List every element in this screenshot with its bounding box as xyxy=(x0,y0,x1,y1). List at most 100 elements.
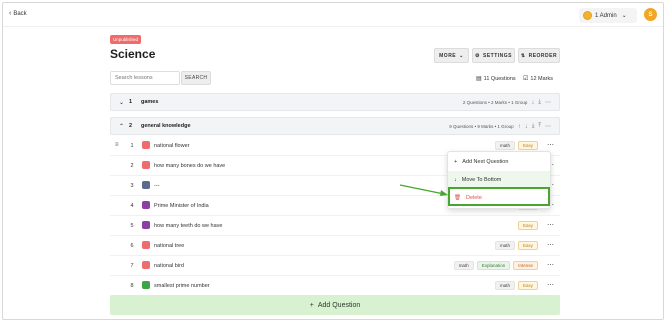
user-menu[interactable]: 1 Admin ⌄ xyxy=(579,8,637,23)
tag-badge: math xyxy=(494,141,515,150)
question-row[interactable]: 8 smallest prime number math Easy ⋯ xyxy=(110,277,560,296)
section-number: 2 xyxy=(129,123,133,129)
more-icon[interactable]: ⋯ xyxy=(545,123,551,130)
question-type-icon xyxy=(142,221,150,229)
more-label: MORE xyxy=(439,52,457,59)
questions-count-label: 11 Questions xyxy=(483,75,516,82)
arrow-to-bottom-icon[interactable]: ⤓ xyxy=(538,99,541,106)
add-question-label: Add Question xyxy=(317,301,361,309)
reorder-button[interactable]: ⇅ REORDER xyxy=(518,48,560,63)
question-tags: math Easy xyxy=(494,241,538,250)
section-meta-text: 9 Questions • 9 Marks • 1 Group xyxy=(449,124,514,129)
search-input[interactable] xyxy=(110,71,180,85)
more-icon[interactable]: ⋯ xyxy=(547,261,554,269)
chevron-down-icon: ⌄ xyxy=(459,52,464,59)
question-number: 7 xyxy=(130,263,134,269)
question-number: 2 xyxy=(130,163,134,169)
more-icon[interactable]: ⋯ xyxy=(547,241,554,249)
arrow-to-bottom-icon[interactable]: ⤓ xyxy=(532,123,535,130)
chevron-down-icon[interactable]: ⌄ xyxy=(119,99,124,106)
question-text[interactable]: how many bones do we have xyxy=(154,163,225,169)
marks-count-label: 12 Marks xyxy=(530,75,554,82)
arrow-down-icon[interactable]: ↓ xyxy=(525,124,528,130)
chevron-left-icon: ‹ xyxy=(9,10,12,17)
arrow-up-icon[interactable]: ↑ xyxy=(518,124,521,130)
question-text[interactable]: smallest prime number xyxy=(154,283,210,289)
question-tags: Easy xyxy=(517,221,538,230)
plus-icon: + xyxy=(454,159,458,165)
chevron-up-icon[interactable]: ⌃ xyxy=(119,123,124,130)
question-row[interactable]: 5 how many teeth do we have Easy ⋯ xyxy=(110,217,560,236)
settings-button[interactable]: ⚙ SETTINGS xyxy=(472,48,515,63)
drag-handle-icon[interactable]: ≡ xyxy=(115,142,119,148)
menu-item-add-next-question[interactable]: + Add Next Question xyxy=(448,153,550,171)
menu-item-label: Move To Bottom xyxy=(461,177,502,183)
question-row[interactable]: 7 national bird math Explanation Intense ⋯ xyxy=(110,257,560,276)
question-type-icon xyxy=(142,141,150,149)
more-button[interactable]: MORE ⌄ xyxy=(434,48,469,63)
menu-item-label: Add Next Question xyxy=(462,159,509,165)
more-icon[interactable]: ⋯ xyxy=(547,281,554,289)
more-icon[interactable]: ⋯ xyxy=(547,141,554,149)
section-meta: 2 Questions • 2 Marks • 1 Group ↓ ⤓ ⋯ xyxy=(463,99,551,106)
section-number: 1 xyxy=(129,99,133,105)
question-number: 6 xyxy=(130,243,134,249)
tag-badge: Intense xyxy=(513,261,538,270)
question-text[interactable]: national flower xyxy=(154,143,189,149)
section-games[interactable]: ⌄ 1 games 2 Questions • 2 Marks • 1 Grou… xyxy=(110,93,560,111)
back-label: Back xyxy=(13,11,27,17)
section-meta: 9 Questions • 9 Marks • 1 Group ↑ ↓ ⤓ ⤒ … xyxy=(449,123,551,130)
question-text[interactable]: --- xyxy=(154,183,160,189)
question-type-icon xyxy=(142,161,150,169)
tag-badge: Explanation xyxy=(476,261,511,270)
question-type-icon xyxy=(142,181,150,189)
tag-badge: Easy xyxy=(517,241,538,250)
more-icon[interactable]: ⋯ xyxy=(547,221,554,229)
status-badge: Unpublished xyxy=(110,35,142,44)
more-icon[interactable]: ⋯ xyxy=(545,99,551,106)
reorder-label: REORDER xyxy=(528,52,558,59)
tag-badge: Easy xyxy=(517,281,538,290)
arrow-down-icon: ↓ xyxy=(454,177,457,183)
question-number: 1 xyxy=(130,143,134,149)
arrow-down-icon[interactable]: ↓ xyxy=(531,100,534,106)
search-button[interactable]: SEARCH xyxy=(181,71,211,85)
reorder-icon: ⇅ xyxy=(520,52,526,59)
gear-icon: ⚙ xyxy=(475,52,480,59)
question-text[interactable]: national bird xyxy=(154,263,184,269)
section-general-knowledge[interactable]: ⌃ 2 general knowledge 9 Questions • 9 Ma… xyxy=(110,117,560,135)
question-tags: math Easy xyxy=(494,141,538,150)
question-tags: math Easy xyxy=(494,281,538,290)
coin-icon xyxy=(583,11,592,20)
tag-badge: math xyxy=(453,261,474,270)
question-text[interactable]: Prime Minister of India xyxy=(154,203,209,209)
tag-badge: Easy xyxy=(517,221,538,230)
avatar[interactable]: S xyxy=(644,8,657,21)
question-type-icon xyxy=(142,261,150,269)
annotation-arrow-icon xyxy=(399,184,448,196)
section-name: games xyxy=(141,99,159,105)
marks-count: ☑ 12 Marks xyxy=(523,75,554,83)
add-question-button[interactable]: + Add Question xyxy=(110,295,560,315)
section-name: general knowledge xyxy=(141,123,191,129)
user-label: 1 Admin xyxy=(595,12,617,19)
tag-badge: math xyxy=(494,281,515,290)
question-number: 5 xyxy=(130,223,134,229)
question-row[interactable]: 6 national tree math Easy ⋯ xyxy=(110,237,560,256)
chevron-down-icon: ⌄ xyxy=(621,13,627,19)
question-type-icon xyxy=(142,201,150,209)
book-icon: ▤ xyxy=(476,76,482,82)
question-number: 3 xyxy=(130,183,134,189)
tag-badge: math xyxy=(494,241,515,250)
section-meta-text: 2 Questions • 2 Marks • 1 Group xyxy=(462,100,528,105)
question-type-icon xyxy=(142,281,150,289)
question-type-icon xyxy=(142,241,150,249)
page-title: Science xyxy=(110,47,156,61)
back-button[interactable]: ‹ Back xyxy=(9,10,27,17)
question-text[interactable]: how many teeth do we have xyxy=(154,223,223,229)
question-text[interactable]: national tree xyxy=(154,243,184,249)
question-tags: math Explanation Intense xyxy=(453,261,538,270)
tag-badge: Easy xyxy=(517,141,538,150)
arrow-to-top-icon[interactable]: ⤒ xyxy=(538,123,541,130)
top-bar: ‹ Back 1 Admin ⌄ S xyxy=(3,3,663,27)
